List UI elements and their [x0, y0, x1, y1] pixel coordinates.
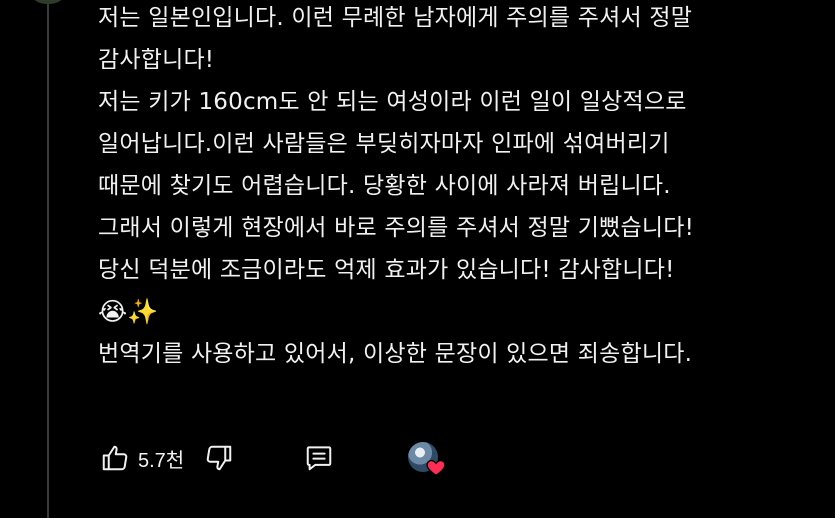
comment-line: 그래서 이렇게 현장에서 바로 주의를 주셔서 정말 기뻤습니다! [98, 215, 694, 241]
thumbs-down-icon [202, 441, 236, 475]
avatar[interactable] [28, 0, 68, 4]
like-button[interactable]: 5.7천 [98, 441, 184, 475]
comment-line: 일어납니다.이런 사람들은 부딪히자마자 인파에 섞여버리기 [98, 131, 670, 157]
dislike-button[interactable] [202, 441, 236, 475]
comment-line: 때문에 찾기도 어렵습니다. 당황한 사이에 사라져 버립니다. [98, 173, 671, 199]
thread-line [47, 0, 49, 518]
comment-line: 당신 덕분에 조금이라도 억제 효과가 있습니다! 감사합니다! [98, 257, 675, 283]
creator-heart[interactable] [404, 438, 447, 478]
comment-line: 번역기를 사용하고 있어서, 이상한 문장이 있으면 죄송합니다. [98, 341, 693, 367]
heart-icon [425, 456, 447, 478]
comment-line: 저는 키가 160cm도 안 되는 여성이라 이런 일이 일상적으로 [98, 89, 687, 115]
comment-text: 저는 일본인입니다. 이런 무례한 남자에게 주의를 주셔서 정말 감사합니다!… [98, 0, 798, 375]
like-count: 5.7천 [138, 449, 185, 472]
comment-icon [302, 441, 336, 475]
comment-line: 저는 일본인입니다. 이런 무례한 남자에게 주의를 주셔서 정말 [98, 5, 693, 31]
comment-actions: 5.7천 [98, 436, 447, 480]
reply-button[interactable] [302, 441, 336, 475]
thumbs-up-icon [98, 441, 132, 475]
emoji-line: 😭✨ [98, 297, 159, 326]
comment-line: 감사합니다! [98, 47, 215, 73]
